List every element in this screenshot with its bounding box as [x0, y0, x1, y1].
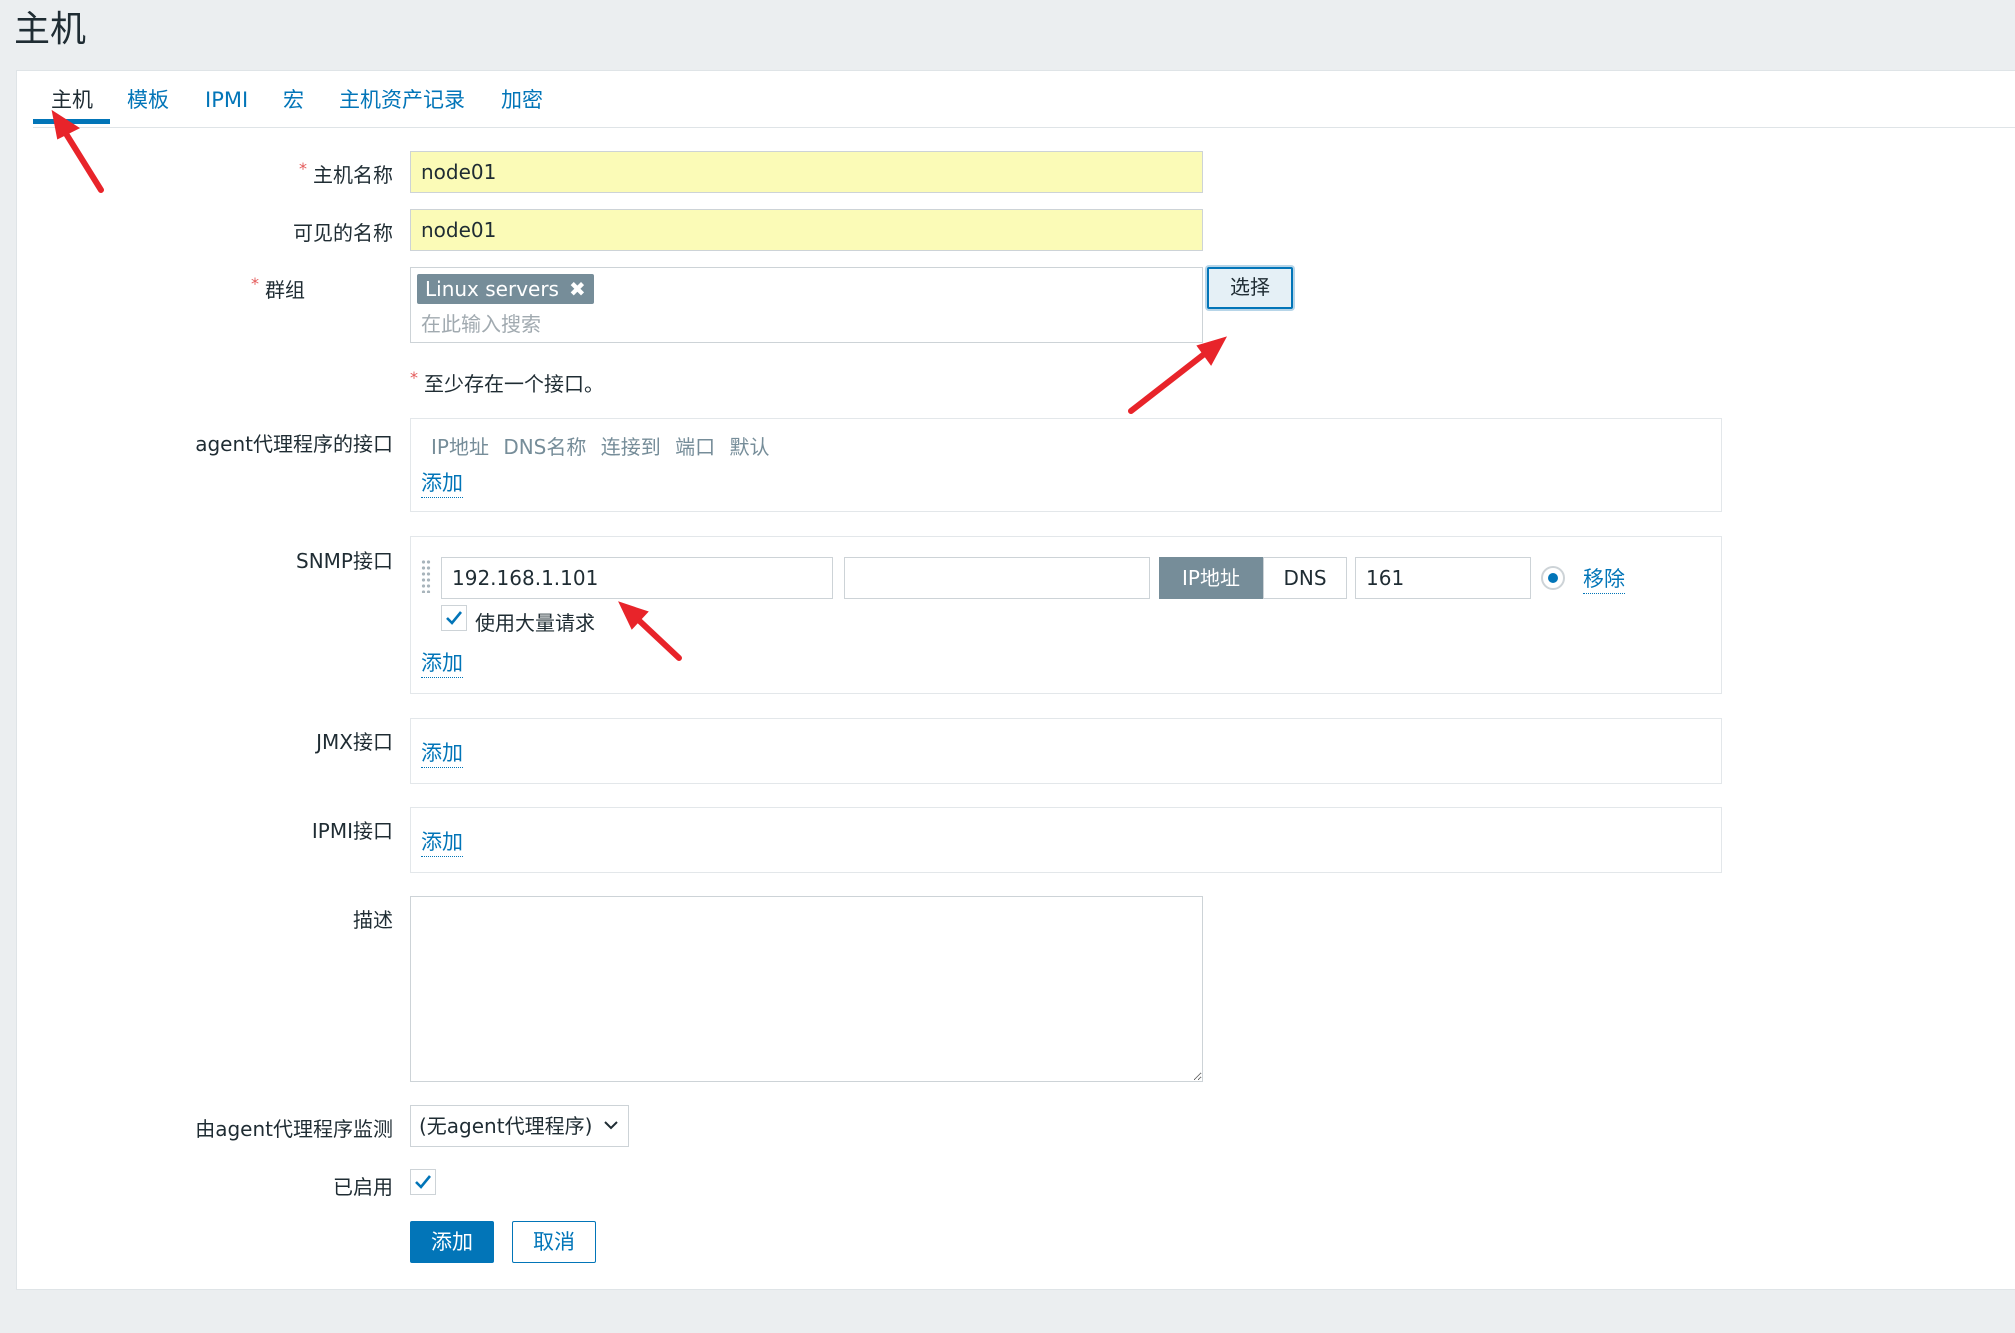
- annotation-arrows: [51, 109, 1228, 661]
- arrow-to-select-button-icon: [1128, 345, 1215, 414]
